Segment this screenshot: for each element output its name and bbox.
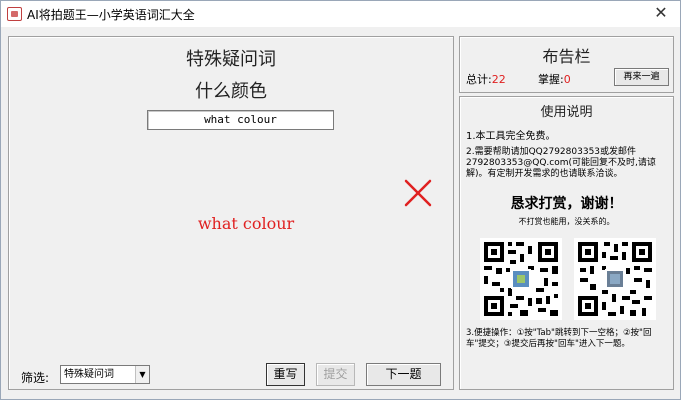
chevron-down-icon[interactable]: ▼: [135, 366, 149, 383]
app-window: AI将拍题王—小学英语词汇大全 ✕ 特殊疑问词 什么颜色 what colour…: [0, 0, 681, 400]
next-question-button[interactable]: 下一题: [366, 363, 441, 386]
reward-title: 恳求打赏，谢谢！: [510, 196, 623, 212]
guide-item-help: 2.需要帮助请加QQ2792803353或发邮件2792803353@QQ.co…: [466, 147, 656, 179]
rewrite-button[interactable]: 重写: [266, 363, 305, 386]
total-count: 总计:22: [466, 71, 506, 87]
mastered-value: 0: [563, 73, 571, 86]
filter-select[interactable]: 特殊疑问词 ▼: [60, 365, 150, 384]
notice-panel: 布告栏 总计:22 掌握:0 再来一遍: [459, 36, 674, 93]
window-title: AI将拍题王—小学英语词汇大全: [27, 8, 195, 22]
answer-input[interactable]: what colour: [147, 110, 334, 130]
qr-code-icon: [574, 238, 656, 320]
restart-button[interactable]: 再来一遍: [614, 68, 669, 86]
correct-answer: what colour: [197, 214, 295, 233]
total-label: 总计:: [466, 73, 492, 86]
submit-button[interactable]: 提交: [316, 363, 355, 386]
wrong-mark-icon: [404, 179, 432, 207]
chinese-meaning: 什么颜色: [195, 81, 267, 102]
guide-item-free: 1.本工具完全免费。: [466, 131, 556, 142]
filter-label: 筛选:: [21, 371, 50, 385]
filter-selected-value: 特殊疑问词: [64, 369, 114, 380]
mastered-label: 掌握:: [538, 73, 564, 86]
guide-title: 使用说明: [540, 105, 593, 120]
quiz-panel: 特殊疑问词 什么颜色 what colour what colour 筛选: 特…: [8, 36, 454, 390]
total-value: 22: [491, 73, 506, 86]
guide-item-shortcuts: 3.便捷操作：①按"Tab"跳转到下一空格；②按"回车"提交；③提交后再按"回车…: [466, 328, 652, 349]
reward-subtitle: 不打赏也能用，没关系的。: [518, 217, 615, 226]
category-heading: 特殊疑问词: [186, 49, 276, 70]
mastered-count: 掌握:0: [538, 71, 571, 87]
title-bar: AI将拍题王—小学英语词汇大全 ✕: [1, 1, 680, 27]
notice-title: 布告栏: [542, 47, 591, 66]
close-icon[interactable]: ✕: [652, 4, 670, 22]
guide-panel: 使用说明 1.本工具完全免费。 2.需要帮助请加QQ2792803353或发邮件…: [459, 96, 674, 390]
qr-code-icon: [480, 238, 562, 320]
app-icon: [7, 7, 22, 21]
